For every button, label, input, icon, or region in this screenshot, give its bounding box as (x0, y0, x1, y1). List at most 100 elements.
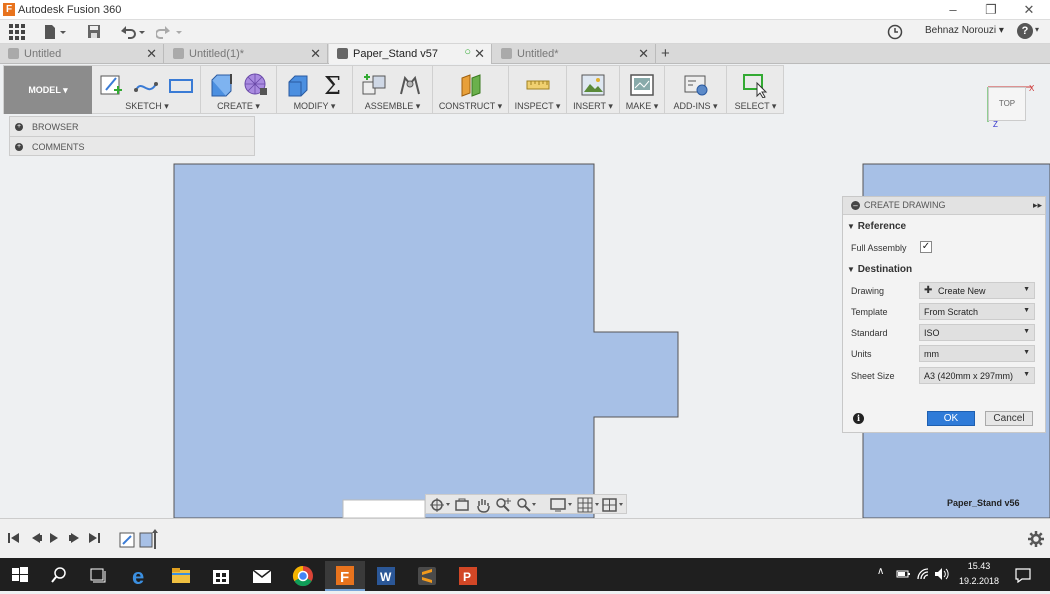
cancel-button[interactable]: Cancel (985, 411, 1033, 426)
timeline-playback-controls (8, 533, 100, 543)
chrome-icon[interactable] (283, 561, 323, 591)
look-at-icon[interactable] (454, 497, 470, 513)
sketch-group[interactable]: SKETCH ▾ (94, 66, 201, 114)
orbit-icon[interactable] (429, 497, 451, 513)
create-group-label[interactable]: CREATE ▾ (201, 101, 276, 112)
press-pull-icon[interactable] (285, 72, 311, 98)
construct-group-label[interactable]: CONSTRUCT ▾ (433, 101, 508, 112)
dropdown-arrow-icon: ▼ (1023, 286, 1030, 293)
action-center-icon[interactable] (1015, 567, 1031, 583)
insert-group[interactable]: INSERT ▾ (567, 66, 620, 114)
dialog-title: CREATE DRAWING (864, 200, 946, 210)
mail-icon[interactable] (242, 561, 282, 591)
sheet-size-select[interactable]: A3 (420mm x 297mm) ▼ (919, 367, 1035, 384)
select-group-label[interactable]: SELECT ▾ (727, 101, 784, 112)
units-select[interactable]: mm ▼ (919, 345, 1035, 362)
powerpoint-icon[interactable]: P (448, 561, 488, 591)
parameters-sigma-icon[interactable]: Σ (321, 72, 347, 98)
assemble-group-label[interactable]: ASSEMBLE ▾ (353, 101, 432, 112)
navigation-bar (425, 494, 627, 514)
paper-stand-body[interactable] (173, 163, 679, 518)
edge-browser-icon[interactable]: e (121, 561, 161, 591)
secondary-design-label: Paper_Stand v56 (947, 498, 1020, 508)
scripts-add-ins-icon[interactable] (683, 72, 709, 98)
fusion-360-taskbar-icon[interactable]: F (325, 561, 365, 591)
viewcube[interactable]: TOP (988, 87, 1026, 121)
wifi-icon[interactable] (916, 567, 930, 581)
workspace-switcher-button[interactable]: MODEL ▾ (4, 66, 92, 114)
construct-group[interactable]: CONSTRUCT ▾ (433, 66, 509, 114)
expand-icon[interactable]: + (15, 123, 23, 131)
viewports-icon[interactable] (602, 497, 626, 513)
insert-image-icon[interactable] (580, 72, 606, 98)
expand-icon[interactable]: + (15, 143, 23, 151)
fit-zoom-icon[interactable] (516, 497, 538, 513)
browser-label: BROWSER (32, 122, 79, 132)
assemble-group[interactable]: ASSEMBLE ▾ (353, 66, 433, 114)
task-view-icon[interactable] (90, 567, 108, 583)
make-group[interactable]: MAKE ▾ (620, 66, 665, 114)
make-group-label[interactable]: MAKE ▾ (620, 101, 664, 112)
ok-button[interactable]: OK (927, 411, 975, 426)
zoom-icon[interactable] (495, 497, 511, 513)
store-icon[interactable] (201, 561, 241, 591)
word-icon[interactable]: W (366, 561, 406, 591)
inspect-group-label[interactable]: INSPECT ▾ (509, 101, 566, 112)
comments-row[interactable]: + COMMENTS (10, 137, 254, 157)
extrude-icon[interactable] (209, 72, 235, 98)
measure-icon[interactable] (525, 72, 551, 98)
reference-section[interactable]: ▼ Reference (847, 221, 906, 232)
file-explorer-icon[interactable] (161, 561, 201, 591)
battery-icon[interactable] (896, 569, 910, 579)
volume-icon[interactable] (934, 567, 950, 581)
full-assembly-checkbox[interactable]: ✓ (920, 241, 932, 253)
expand-dialog-icon[interactable]: ▸▸ (1033, 200, 1042, 211)
create-group[interactable]: CREATE ▾ (201, 66, 277, 114)
grid-settings-icon[interactable] (577, 497, 601, 513)
new-component-icon[interactable] (361, 72, 387, 98)
select-group[interactable]: SELECT ▾ (727, 66, 784, 114)
create-sketch-icon[interactable] (98, 72, 124, 98)
spline-icon[interactable] (133, 72, 159, 98)
select-cursor-icon[interactable] (742, 72, 768, 98)
joint-icon[interactable] (397, 72, 423, 98)
offset-plane-icon[interactable] (458, 72, 484, 98)
dropdown-arrow-icon: ▼ (1023, 371, 1030, 378)
sketch-profile[interactable] (342, 499, 426, 518)
collapse-dialog-icon[interactable]: – (851, 201, 860, 210)
form-create-icon[interactable] (243, 72, 269, 98)
insert-group-label[interactable]: INSERT ▾ (567, 101, 619, 112)
inspect-group[interactable]: INSPECT ▾ (509, 66, 567, 114)
rectangle-sketch-icon[interactable] (168, 72, 194, 98)
display-settings-icon[interactable] (550, 497, 574, 513)
browser-row[interactable]: + BROWSER (10, 117, 254, 137)
standard-select[interactable]: ISO ▼ (919, 324, 1035, 341)
3d-print-icon[interactable] (629, 72, 655, 98)
timeline-feature-icons[interactable] (118, 529, 162, 551)
timeline-settings-gear-icon[interactable] (1027, 530, 1045, 548)
modify-group-label[interactable]: MODIFY ▾ (277, 101, 352, 112)
show-hidden-icons-chevron-icon[interactable]: ∧ (877, 566, 884, 577)
svg-text:P: P (463, 570, 471, 584)
add-ins-group[interactable]: ADD-INS ▾ (665, 66, 727, 114)
info-icon[interactable]: i (853, 413, 864, 424)
dropdown-arrow-icon: ▼ (1023, 328, 1030, 335)
taskbar-time[interactable]: 15.43 (962, 561, 996, 571)
dropdown-arrow-icon: ▼ (1023, 349, 1030, 356)
add-ins-group-label[interactable]: ADD-INS ▾ (665, 101, 726, 112)
step-back-icon (32, 533, 42, 543)
windows-start-icon[interactable] (12, 567, 28, 583)
taskbar-date[interactable]: 19.2.2018 (955, 576, 1003, 586)
template-label: Template (851, 307, 888, 317)
pan-hand-icon[interactable] (475, 497, 491, 513)
sketch-group-label[interactable]: SKETCH ▾ (94, 101, 200, 112)
drawing-select[interactable]: ✚ Create New ▼ (919, 282, 1035, 299)
dialog-header[interactable]: – CREATE DRAWING ▸▸ (843, 197, 1045, 215)
destination-section[interactable]: ▼ Destination (847, 264, 912, 275)
svg-text:Z: Z (993, 120, 998, 129)
standard-value: ISO (924, 328, 940, 338)
sublime-text-icon[interactable] (407, 561, 447, 591)
modify-group[interactable]: Σ MODIFY ▾ (277, 66, 353, 114)
search-icon[interactable] (51, 567, 67, 583)
template-select[interactable]: From Scratch ▼ (919, 303, 1035, 320)
